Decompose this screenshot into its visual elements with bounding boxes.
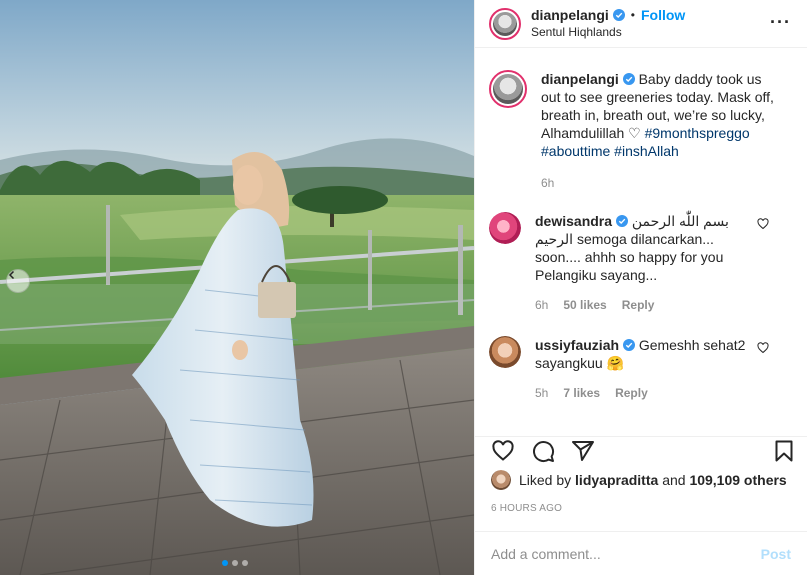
liker-avatar[interactable] <box>491 470 511 490</box>
caption-username[interactable]: dianpelangi <box>541 71 619 87</box>
likes-count[interactable]: 109,109 others <box>689 472 786 488</box>
heart-icon[interactable] <box>491 439 515 463</box>
hashtag[interactable]: #inshAllah <box>614 143 679 159</box>
comment-likes[interactable]: 7 likes <box>563 384 600 402</box>
liked-by-user[interactable]: lidyapraditta <box>575 472 658 488</box>
carousel-prev-button[interactable] <box>6 269 30 293</box>
post-side-panel: dianpelangi • Follow Sentul Hiqhlands ··… <box>474 0 807 575</box>
carousel-dots <box>222 560 248 566</box>
carousel-dot-1[interactable] <box>222 560 228 566</box>
likes-and: and <box>662 472 686 488</box>
hashtag[interactable]: #9monthspreggo <box>645 125 750 141</box>
follow-button[interactable]: Follow <box>641 7 685 24</box>
likes-summary: Liked by lidyapraditta and 109,109 other… <box>491 470 807 490</box>
post-timestamp[interactable]: 6 HOURS AGO <box>491 503 562 514</box>
comment-like-heart-icon[interactable] <box>757 342 769 354</box>
verified-badge-icon <box>615 215 628 227</box>
author-username[interactable]: dianpelangi <box>531 7 609 24</box>
verified-badge-icon <box>612 9 625 21</box>
verified-badge-icon <box>622 73 635 85</box>
post-comment-button[interactable]: Post <box>761 546 791 562</box>
separator-dot: • <box>630 7 635 22</box>
comment-username[interactable]: ussiyfauziah <box>535 337 619 353</box>
chevron-left-icon <box>8 270 15 280</box>
bookmark-icon[interactable] <box>772 439 796 463</box>
verified-badge-icon <box>622 339 635 351</box>
carousel-dot-2[interactable] <box>232 560 238 566</box>
comments-list: dianpelangi Baby daddy took us out to se… <box>475 58 807 428</box>
commenter-avatar[interactable] <box>489 212 521 244</box>
caption: dianpelangi Baby daddy took us out to se… <box>489 70 793 192</box>
comment-time[interactable]: 6h <box>535 296 548 314</box>
comment-username[interactable]: dewisandra <box>535 213 612 229</box>
comment-like-heart-icon[interactable] <box>757 218 769 230</box>
reply-button[interactable]: Reply <box>622 296 655 314</box>
liked-by-label: Liked by <box>519 472 572 488</box>
add-comment-bar: Post <box>475 531 807 575</box>
share-icon[interactable] <box>571 439 595 463</box>
commenter-avatar[interactable] <box>489 336 521 368</box>
comment-item: ussiyfauziah Gemeshh sehat2 sayangkuu 🤗 … <box>489 336 793 402</box>
reply-button[interactable]: Reply <box>615 384 648 402</box>
comment-input[interactable] <box>491 545 761 562</box>
author-avatar[interactable] <box>489 7 521 40</box>
caption-avatar[interactable] <box>489 70 527 108</box>
post-photo[interactable] <box>0 0 474 575</box>
more-options-icon[interactable]: ··· <box>770 12 791 33</box>
comment-likes[interactable]: 50 likes <box>563 296 606 314</box>
post-location[interactable]: Sentul Hiqhlands <box>531 24 685 41</box>
caption-time[interactable]: 6h <box>541 174 554 192</box>
photo-scene <box>0 0 474 575</box>
comment-time[interactable]: 5h <box>535 384 548 402</box>
comment-icon[interactable] <box>531 439 555 463</box>
comment-item: dewisandra بسم اللّٰه الرحمن الرحيم semo… <box>489 212 793 314</box>
carousel-dot-3[interactable] <box>242 560 248 566</box>
action-bar <box>475 436 807 466</box>
hashtag[interactable]: #abouttime <box>541 143 610 159</box>
post-header: dianpelangi • Follow Sentul Hiqhlands ··… <box>475 0 807 48</box>
